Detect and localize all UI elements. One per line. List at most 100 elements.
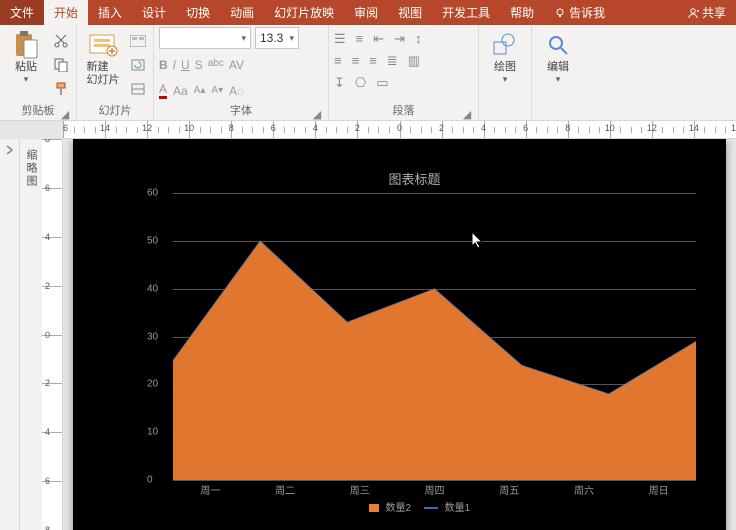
editing-button[interactable]: 编辑 ▾ <box>537 27 579 87</box>
align-right-button[interactable]: ≡ <box>369 53 377 69</box>
change-case-button[interactable]: Aa <box>173 84 188 98</box>
tab-home[interactable]: 开始 <box>44 0 88 25</box>
legend-swatch-line <box>424 507 438 509</box>
tab-animation[interactable]: 动画 <box>220 0 264 25</box>
chevron-right-icon <box>6 145 14 155</box>
vertical-ruler[interactable]: 864202468 <box>42 139 63 530</box>
legend-label-0: 数量2 <box>386 503 412 514</box>
shrink-font-button[interactable]: A▾ <box>211 85 223 96</box>
tab-file[interactable]: 文件 <box>0 0 44 25</box>
align-justify-button[interactable]: ≣ <box>387 53 398 69</box>
tab-transition[interactable]: 切换 <box>176 0 220 25</box>
dialog-launcher-icon[interactable]: ◢ <box>311 108 323 120</box>
font-color-button[interactable]: A <box>159 82 167 99</box>
indent-dec-button[interactable]: ⇤ <box>373 31 384 47</box>
tab-slideshow[interactable]: 幻灯片放映 <box>264 0 344 25</box>
horizontal-ruler[interactable]: 1614121086420246810121416 <box>63 121 736 139</box>
strike-button[interactable]: S <box>195 58 203 72</box>
copy-button[interactable] <box>51 55 71 75</box>
group-font: ▾ 13.3 ▾ B I U S abc AV A Aa A▴ A▾ A◌ <box>154 25 329 120</box>
clear-format-button[interactable]: A◌ <box>229 84 244 98</box>
tab-share-label: 共享 <box>702 4 726 21</box>
slide-canvas[interactable]: 图表标题 0102030405060 周一周二周三周四周五周六周日 数量2 数量… <box>63 139 736 530</box>
side-thumbnail-tab[interactable]: 缩略图 <box>20 139 42 530</box>
title-tabbar: 文件 开始 插入 设计 切换 动画 幻灯片放映 审阅 视图 开发工具 帮助 告诉… <box>0 0 736 25</box>
columns-button[interactable]: ▥ <box>408 53 420 69</box>
copy-icon <box>54 58 68 72</box>
ribbon: 粘贴 ▾ 剪贴板 ◢ <box>0 25 736 121</box>
shapes-icon <box>492 29 518 61</box>
tab-help[interactable]: 帮助 <box>500 0 544 25</box>
numbering-button[interactable]: ≡ <box>356 31 364 47</box>
char-spacing-button[interactable]: AV <box>229 58 244 72</box>
workarea: 缩略图 864202468 图表标题 0102030405060 周一周二周三周… <box>0 139 736 530</box>
slide-layout-button[interactable] <box>128 31 148 51</box>
chevron-down-icon: ▾ <box>503 74 508 85</box>
slide-reset-button[interactable] <box>128 55 148 75</box>
new-slide-label: 新建 幻灯片 <box>87 61 120 87</box>
dialog-launcher-icon[interactable]: ◢ <box>59 108 71 120</box>
chevron-down-icon: ▾ <box>24 74 29 85</box>
tab-tellme[interactable]: 告诉我 <box>544 0 615 25</box>
shadow-button[interactable]: abc <box>208 58 224 72</box>
side-thumbnail-label: 缩略图 <box>23 149 39 188</box>
grow-font-button[interactable]: A▴ <box>194 85 206 96</box>
group-slides: 新建 幻灯片 幻灯片 <box>77 25 154 120</box>
new-slide-button[interactable]: 新建 幻灯片 <box>82 27 124 89</box>
slide[interactable]: 图表标题 0102030405060 周一周二周三周四周五周六周日 数量2 数量… <box>73 139 726 530</box>
tab-review[interactable]: 审阅 <box>344 0 388 25</box>
tab-insert[interactable]: 插入 <box>88 0 132 25</box>
group-clipboard: 粘贴 ▾ 剪贴板 ◢ <box>0 25 77 120</box>
tab-tellme-label: 告诉我 <box>569 4 605 21</box>
share-icon <box>687 7 699 19</box>
font-size-combo[interactable]: 13.3 ▾ <box>255 27 299 49</box>
chart-plot-area: 0102030405060 <box>173 193 696 480</box>
italic-button[interactable]: I <box>173 58 176 72</box>
paste-button[interactable]: 粘贴 ▾ <box>5 27 47 87</box>
font-size-value: 13.3 <box>260 31 283 45</box>
group-drawing: 绘图 ▾ <box>479 25 532 120</box>
lightbulb-icon <box>554 7 566 19</box>
drawing-button[interactable]: 绘图 ▾ <box>484 27 526 87</box>
group-editing: 编辑 ▾ <box>532 25 584 120</box>
bold-button[interactable]: B <box>159 58 168 72</box>
dialog-launcher-icon[interactable]: ◢ <box>461 108 473 120</box>
align-left-button[interactable]: ≡ <box>334 53 342 69</box>
bullets-button[interactable]: ☰ <box>334 31 346 47</box>
indent-inc-button[interactable]: ⇥ <box>394 31 405 47</box>
chevron-down-icon: ▾ <box>556 74 561 85</box>
paste-icon <box>13 29 39 61</box>
align-center-button[interactable]: ≡ <box>352 53 360 69</box>
chart[interactable]: 图表标题 0102030405060 周一周二周三周四周五周六周日 数量2 数量… <box>133 169 696 508</box>
chart-legend: 数量2 数量1 <box>133 499 696 514</box>
cut-button[interactable] <box>51 31 71 51</box>
slide-section-button[interactable] <box>128 79 148 99</box>
tab-developer[interactable]: 开发工具 <box>432 0 500 25</box>
tab-design[interactable]: 设计 <box>132 0 176 25</box>
chart-title: 图表标题 <box>133 169 696 188</box>
line-spacing-button[interactable]: ↕ <box>415 31 422 47</box>
paste-label: 粘贴 <box>15 61 37 74</box>
underline-button[interactable]: U <box>181 58 190 72</box>
scissors-icon <box>54 34 68 48</box>
section-icon <box>131 83 145 95</box>
align-text-button[interactable]: ⎔ <box>355 75 366 91</box>
drawing-label: 绘图 <box>494 61 516 74</box>
new-slide-icon <box>88 29 118 61</box>
group-paragraph: ☰ ≡ ⇤ ⇥ ↕ ≡ ≡ ≡ ≣ ▥ ↧ ⎔ ▭ <box>329 25 479 120</box>
brush-icon <box>54 82 68 96</box>
panel-collapse-button[interactable] <box>0 139 20 530</box>
legend-swatch-area <box>369 504 379 512</box>
group-slides-label: 幻灯片 <box>82 102 148 120</box>
tab-share[interactable]: 共享 <box>677 0 736 25</box>
layout-icon <box>130 35 146 47</box>
chevron-down-icon: ▾ <box>289 33 294 44</box>
chevron-down-icon: ▾ <box>241 33 246 44</box>
tab-view[interactable]: 视图 <box>388 0 432 25</box>
search-icon <box>547 29 569 61</box>
text-direction-button[interactable]: ↧ <box>334 75 345 91</box>
group-font-label: 字体 ◢ <box>159 102 323 120</box>
font-name-combo[interactable]: ▾ <box>159 27 251 49</box>
format-painter-button[interactable] <box>51 79 71 99</box>
smartart-button[interactable]: ▭ <box>376 75 388 91</box>
